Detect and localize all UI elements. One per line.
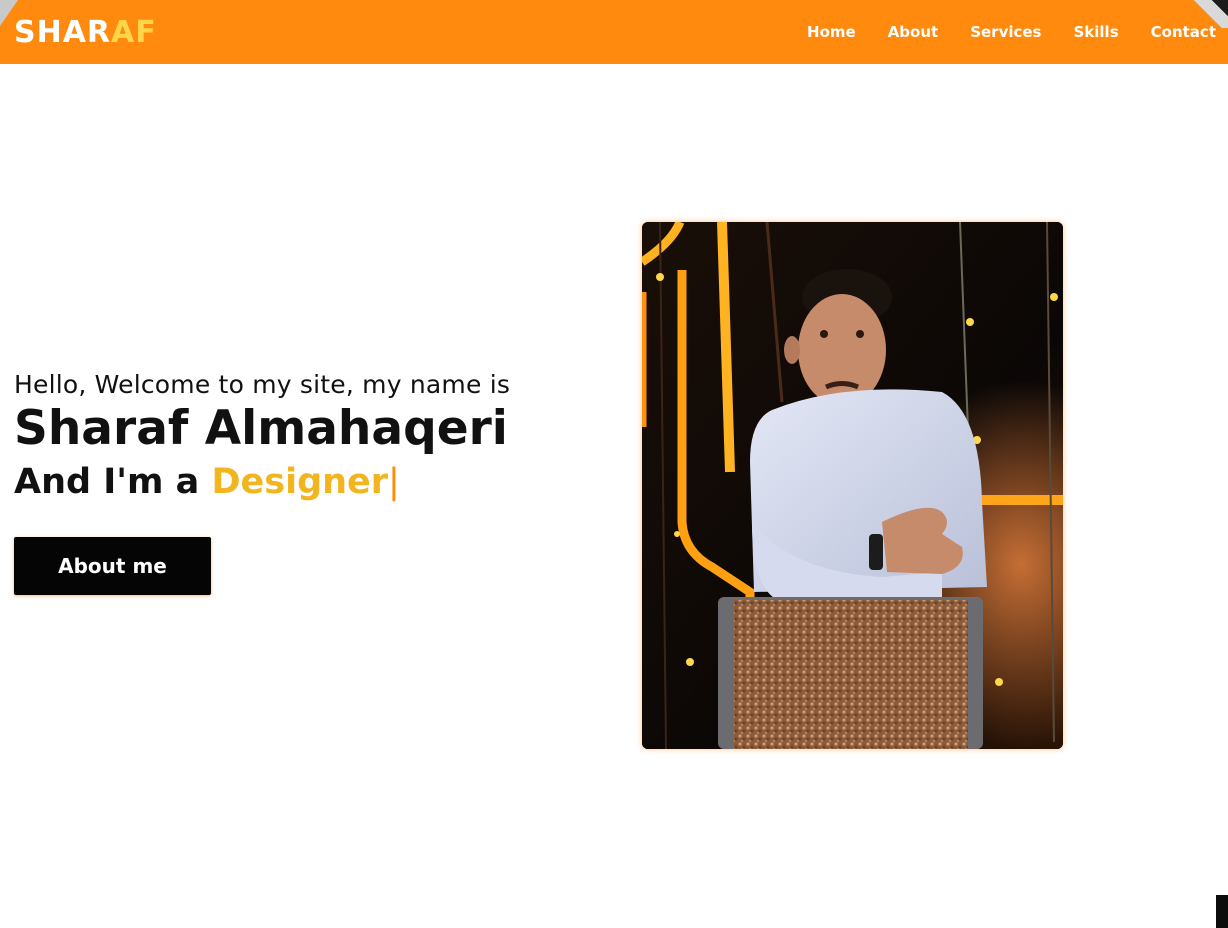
hero-role-line: And I'm a Designer| <box>14 461 534 505</box>
hero-role-prefix: And I'm a <box>14 462 212 503</box>
nav-link-about[interactable]: About <box>872 23 955 41</box>
nav-item: Skills <box>1058 23 1135 41</box>
nav-link-home[interactable]: Home <box>791 23 872 41</box>
eye <box>820 330 828 338</box>
ear <box>784 336 800 364</box>
hero-greeting: Hello, Welcome to my site, my name is <box>14 370 511 399</box>
main-nav: Home About Services Skills Contact <box>791 23 1216 41</box>
nav-item: About <box>872 23 955 41</box>
nav-link-skills[interactable]: Skills <box>1058 23 1135 41</box>
corner-decoration-left <box>0 0 18 26</box>
logo-text-main: SHAR <box>14 14 112 50</box>
wristwatch <box>869 534 883 570</box>
hero-section: Hello, Welcome to my site, my name is Sh… <box>14 370 534 596</box>
corner-decoration-right <box>1182 0 1228 28</box>
eye <box>856 330 864 338</box>
face <box>798 294 886 406</box>
site-logo[interactable]: SHARAF <box>14 15 157 50</box>
about-me-button[interactable]: About me <box>14 537 211 596</box>
portrait-illustration <box>642 222 1063 749</box>
portrait-photo <box>642 222 1063 749</box>
logo-text-accent: AF <box>111 14 157 50</box>
typing-cursor: | <box>388 462 400 503</box>
hero-role-typed: Designer <box>211 462 389 503</box>
nav-item: Services <box>954 23 1057 41</box>
site-header: SHARAF Home About Services Skills Contac… <box>0 0 1228 64</box>
nav-item: Home <box>791 23 872 41</box>
chair-fabric <box>734 600 968 749</box>
nav-link-services[interactable]: Services <box>954 23 1057 41</box>
edge-mark <box>1216 895 1228 928</box>
hero-name: Sharaf Almahaqeri <box>14 401 508 456</box>
